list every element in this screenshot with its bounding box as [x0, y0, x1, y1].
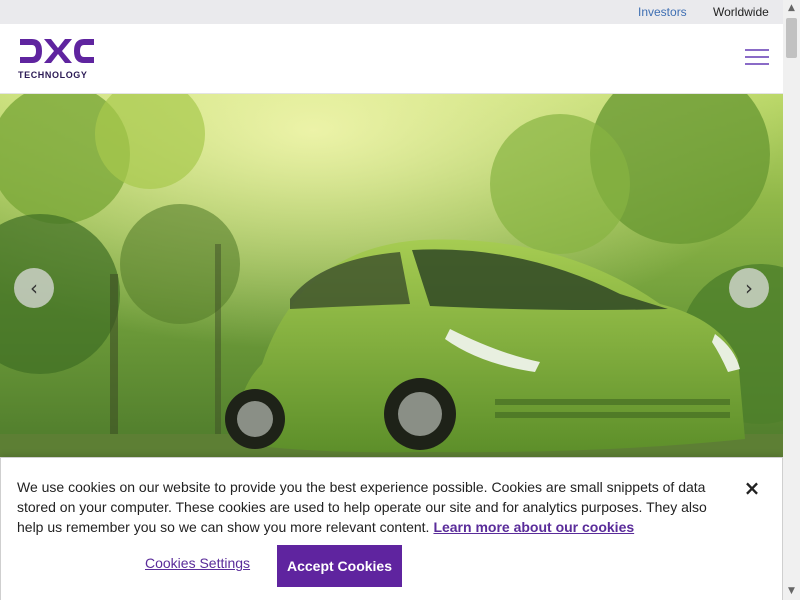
- cookies-settings-button[interactable]: Cookies Settings: [145, 555, 250, 571]
- investors-link[interactable]: Investors: [638, 5, 687, 19]
- utility-bar: Investors Worldwide: [0, 0, 783, 24]
- hero-image: [0, 94, 783, 458]
- scrollbar[interactable]: ▲ ▼: [783, 0, 800, 600]
- scroll-up-icon[interactable]: ▲: [783, 0, 800, 17]
- cookie-banner: We use cookies on our website to provide…: [0, 457, 783, 600]
- carousel-next-button[interactable]: ›: [729, 268, 769, 308]
- scroll-thumb[interactable]: [786, 18, 797, 58]
- site-header: TECHNOLOGY: [0, 24, 783, 94]
- learn-more-cookies-link[interactable]: Learn more about our cookies: [433, 519, 634, 535]
- accept-cookies-button[interactable]: Accept Cookies: [277, 545, 402, 587]
- cookie-message-block: We use cookies on our website to provide…: [17, 477, 737, 537]
- hero-carousel: ‹ ›: [0, 94, 783, 458]
- carousel-prev-button[interactable]: ‹: [14, 268, 54, 308]
- close-icon[interactable]: ×: [743, 478, 761, 498]
- worldwide-link[interactable]: Worldwide: [713, 5, 769, 19]
- logo-tagline: TECHNOLOGY: [18, 70, 88, 80]
- menu-icon[interactable]: [745, 49, 769, 67]
- scroll-down-icon[interactable]: ▼: [783, 583, 800, 600]
